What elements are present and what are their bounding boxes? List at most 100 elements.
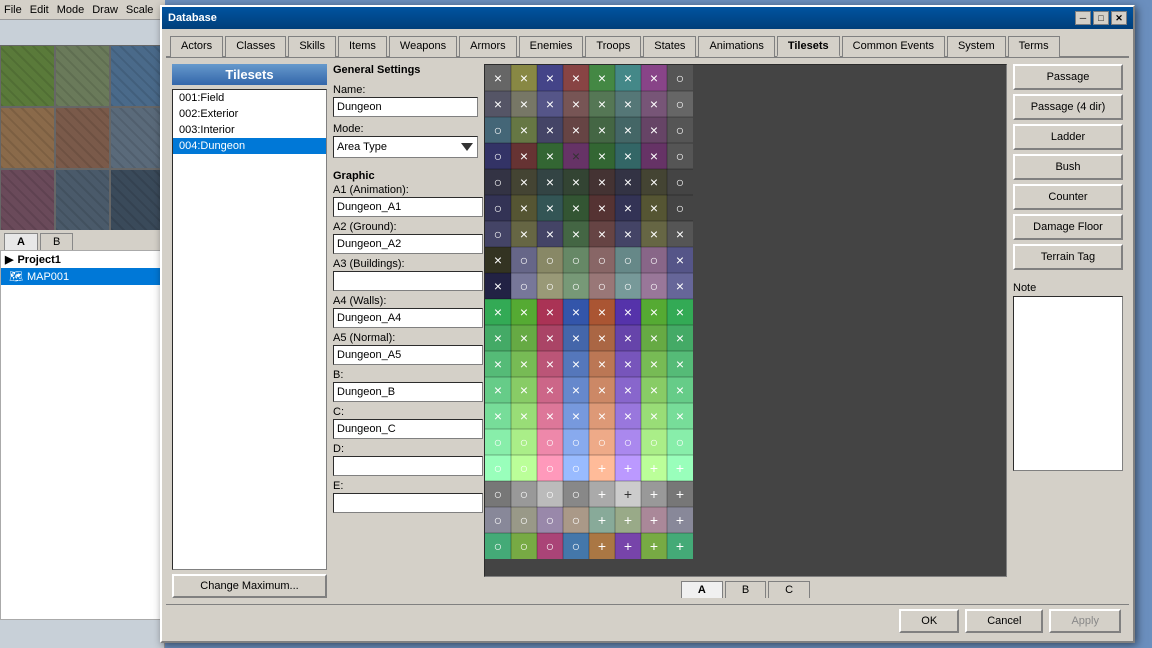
a5-input[interactable] [333, 345, 483, 365]
tileset-item-empty-14[interactable] [173, 362, 326, 378]
tab-actors[interactable]: Actors [170, 36, 223, 57]
tileset-preview-scroll[interactable]: × × × × × × × ○ × × × × [485, 65, 1006, 576]
tab-animations[interactable]: Animations [698, 36, 774, 57]
menu-mode[interactable]: Mode [57, 4, 85, 16]
tileset-item-empty-12[interactable] [173, 330, 326, 346]
tileset-item-002[interactable]: 002:Exterior [173, 106, 326, 122]
counter-button[interactable]: Counter [1013, 184, 1123, 210]
svg-text:×: × [572, 148, 580, 164]
tileset-item-empty-3[interactable] [173, 186, 326, 202]
d-input[interactable] [333, 456, 483, 476]
svg-text:○: ○ [494, 486, 502, 502]
menu-edit[interactable]: Edit [30, 4, 49, 16]
apply-button[interactable]: Apply [1049, 609, 1121, 633]
tab-states[interactable]: States [643, 36, 696, 57]
tab-skills[interactable]: Skills [288, 36, 336, 57]
svg-text:+: + [624, 460, 632, 476]
menu-draw[interactable]: Draw [92, 4, 118, 16]
svg-text:×: × [650, 122, 658, 138]
ladder-button[interactable]: Ladder [1013, 124, 1123, 150]
svg-text:×: × [572, 96, 580, 112]
tileset-list[interactable]: 001:Field 002:Exterior 003:Interior 004:… [172, 89, 327, 570]
svg-text:×: × [650, 382, 658, 398]
damage-floor-button[interactable]: Damage Floor [1013, 214, 1123, 240]
graphic-section: Graphic A1 (Animation): … A2 (Ground): …… [333, 170, 478, 517]
tileset-panel-title: Tilesets [172, 64, 327, 85]
tileset-item-004[interactable]: 004:Dungeon [173, 138, 326, 154]
tileset-item-empty-6[interactable] [173, 234, 326, 250]
tileset-item-empty-15[interactable] [173, 378, 326, 394]
name-label: Name: [333, 84, 478, 96]
svg-text:×: × [624, 96, 632, 112]
svg-text:×: × [494, 382, 502, 398]
svg-text:×: × [546, 96, 554, 112]
terrain-tag-button[interactable]: Terrain Tag [1013, 244, 1123, 270]
tileset-item-empty-7[interactable] [173, 250, 326, 266]
svg-text:○: ○ [546, 434, 554, 450]
tileset-item-empty-16[interactable] [173, 394, 326, 410]
tileset-item-001[interactable]: 001:Field [173, 90, 326, 106]
minimize-button[interactable]: ─ [1075, 11, 1091, 25]
thumb-6 [110, 107, 165, 169]
project-tree: ▶ Project1 🗺 MAP001 [0, 250, 165, 620]
tab-system[interactable]: System [947, 36, 1006, 57]
tileset-item-empty-9[interactable] [173, 282, 326, 298]
svg-text:+: + [676, 486, 684, 502]
a1-input[interactable] [333, 197, 483, 217]
svg-text:×: × [650, 226, 658, 242]
a2-input[interactable] [333, 234, 483, 254]
a4-input[interactable] [333, 308, 483, 328]
svg-text:×: × [520, 174, 528, 190]
cancel-button[interactable]: Cancel [965, 609, 1043, 633]
tileset-item-empty-8[interactable] [173, 266, 326, 282]
tileset-item-empty-4[interactable] [173, 202, 326, 218]
tab-enemies[interactable]: Enemies [519, 36, 584, 57]
a3-input[interactable] [333, 271, 483, 291]
b-input[interactable] [333, 382, 483, 402]
tab-armors[interactable]: Armors [459, 36, 516, 57]
svg-text:○: ○ [494, 148, 502, 164]
general-settings-title: General Settings [333, 64, 478, 76]
tab-classes[interactable]: Classes [225, 36, 286, 57]
close-button[interactable]: ✕ [1111, 11, 1127, 25]
tab-weapons[interactable]: Weapons [389, 36, 457, 57]
svg-text:×: × [494, 356, 502, 372]
note-section: Note [1013, 282, 1123, 474]
tab-tilesets[interactable]: Tilesets [777, 36, 840, 57]
svg-text:×: × [676, 226, 684, 242]
preview-tab-c[interactable]: C [768, 581, 810, 598]
note-textarea[interactable] [1013, 296, 1123, 471]
preview-tab-b[interactable]: B [725, 581, 766, 598]
tileset-item-empty-1[interactable] [173, 154, 326, 170]
tileset-item-empty-10[interactable] [173, 298, 326, 314]
tab-common-events[interactable]: Common Events [842, 36, 945, 57]
thumb-1 [0, 45, 55, 107]
maximize-button[interactable]: □ [1093, 11, 1109, 25]
mode-select[interactable]: World Map Area Type VX Compatibility [333, 136, 478, 158]
ok-button[interactable]: OK [899, 609, 959, 633]
tileset-item-003[interactable]: 003:Interior [173, 122, 326, 138]
c-input[interactable] [333, 419, 483, 439]
tab-items[interactable]: Items [338, 36, 387, 57]
tab-strip: Actors Classes Skills Items Weapons Armo… [166, 33, 1129, 58]
e-input[interactable] [333, 493, 483, 513]
tileset-item-empty-5[interactable] [173, 218, 326, 234]
passage-button[interactable]: Passage [1013, 64, 1123, 90]
map-tab-b[interactable]: B [40, 233, 73, 250]
passage-4dir-button[interactable]: Passage (4 dir) [1013, 94, 1123, 120]
tileset-item-empty-2[interactable] [173, 170, 326, 186]
svg-text:○: ○ [676, 148, 684, 164]
tileset-item-empty-11[interactable] [173, 314, 326, 330]
map-item[interactable]: 🗺 MAP001 [1, 268, 164, 285]
menu-scale[interactable]: Scale [126, 4, 154, 16]
tab-terms[interactable]: Terms [1008, 36, 1060, 57]
map-tab-a[interactable]: A [4, 233, 38, 250]
preview-tab-a[interactable]: A [681, 581, 723, 598]
tileset-item-empty-13[interactable] [173, 346, 326, 362]
bush-button[interactable]: Bush [1013, 154, 1123, 180]
tileset-preview-container[interactable]: × × × × × × × ○ × × × × [484, 64, 1007, 577]
change-max-button[interactable]: Change Maximum... [172, 574, 327, 598]
name-input[interactable] [333, 97, 478, 117]
tab-troops[interactable]: Troops [585, 36, 641, 57]
menu-file[interactable]: File [4, 4, 22, 16]
